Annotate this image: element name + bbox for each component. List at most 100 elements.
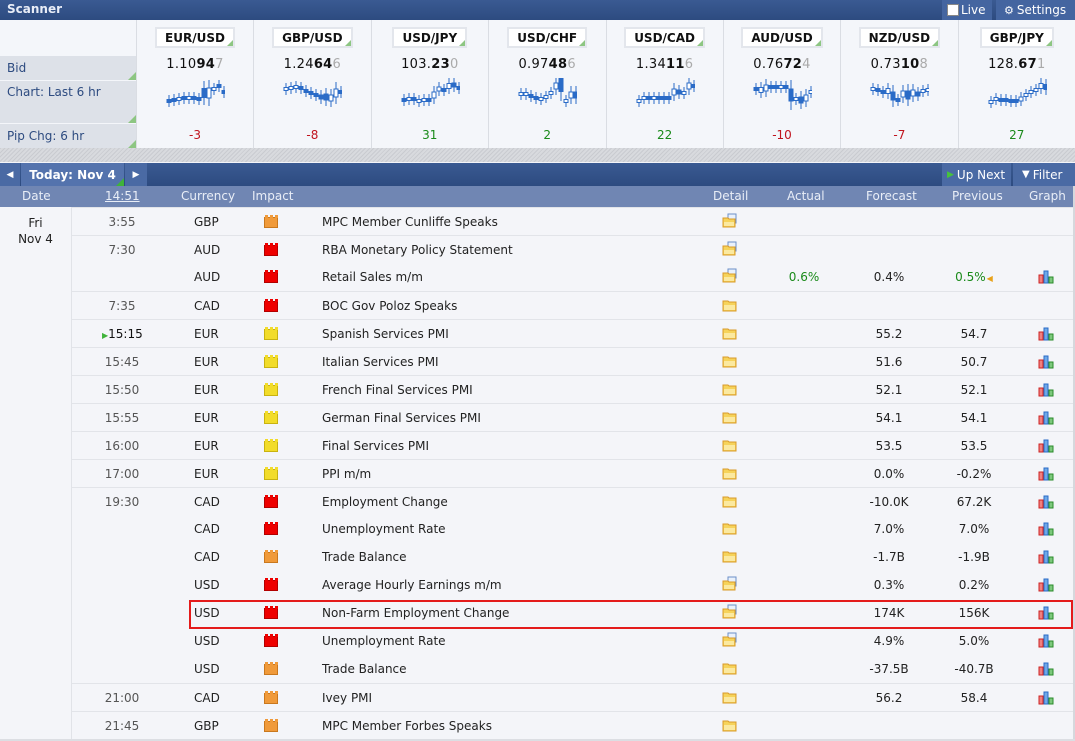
pair-name-button[interactable]: GBP/JPY <box>979 27 1054 48</box>
candle-body <box>1013 99 1019 103</box>
event-row[interactable]: 7:30 AUD RBA Monetary Policy Statement <box>72 235 1075 263</box>
event-title[interactable]: Retail Sales m/m <box>322 270 423 284</box>
event-title[interactable]: Italian Services PMI <box>322 355 439 369</box>
detail-document-icon[interactable] <box>722 632 738 647</box>
event-title[interactable]: Trade Balance <box>322 550 407 564</box>
event-title[interactable]: Average Hourly Earnings m/m <box>322 578 502 592</box>
detail-document-icon[interactable] <box>722 213 738 228</box>
prev-day-button[interactable]: ◀ <box>0 163 20 186</box>
event-row[interactable]: AUD Retail Sales m/m 0.6% 0.4% 0.5%◀ <box>72 263 1075 291</box>
pip-row-label[interactable]: Pip Chg: 6 hr <box>0 124 136 148</box>
graph-icon[interactable] <box>1038 355 1054 369</box>
detail-folder-icon[interactable] <box>722 689 738 704</box>
filter-label: Filter <box>1032 167 1063 182</box>
graph-icon[interactable] <box>1038 550 1054 564</box>
event-row[interactable]: 7:35 CAD BOC Gov Poloz Speaks <box>72 291 1075 319</box>
event-title[interactable]: Ivey PMI <box>322 691 372 705</box>
candlestick-chart <box>636 78 695 107</box>
chart-row-label[interactable]: Chart: Last 6 hr <box>0 81 136 123</box>
event-row[interactable]: USD Average Hourly Earnings m/m 0.3% 0.2… <box>72 571 1075 599</box>
event-row[interactable]: 16:00 EUR Final Services PMI 53.5 53.5 <box>72 431 1075 459</box>
graph-icon[interactable] <box>1038 691 1054 705</box>
event-title[interactable]: Unemployment Rate <box>322 634 446 648</box>
event-title[interactable]: Spanish Services PMI <box>322 327 449 341</box>
graph-icon[interactable] <box>1038 327 1054 341</box>
current-time-link[interactable]: 14:51 <box>105 189 140 203</box>
table-header: Date 14:51 Currency Impact Detail Actual… <box>0 186 1075 207</box>
event-row[interactable]: CAD Trade Balance -1.7B -1.9B <box>72 543 1075 571</box>
detail-folder-icon[interactable] <box>722 353 738 368</box>
event-row[interactable]: 21:00 CAD Ivey PMI 56.2 58.4 <box>72 683 1075 711</box>
settings-button[interactable]: ⚙ Settings <box>996 0 1075 20</box>
detail-document-icon[interactable] <box>722 241 738 256</box>
up-next-button[interactable]: ▶ Up Next <box>942 163 1011 186</box>
graph-icon[interactable] <box>1038 662 1054 676</box>
detail-folder-icon[interactable] <box>722 381 738 396</box>
bid-main: 128. <box>988 57 1019 72</box>
event-row[interactable]: 19:30 CAD Employment Change -10.0K 67.2K <box>72 487 1075 515</box>
pair-name-button[interactable]: EUR/USD <box>155 27 235 48</box>
detail-folder-icon[interactable] <box>722 493 738 508</box>
live-toggle[interactable]: Live <box>942 0 992 20</box>
event-row[interactable]: 21:45 GBP MPC Member Forbes Speaks <box>72 711 1075 739</box>
pair-name-button[interactable]: USD/CAD <box>624 27 705 48</box>
live-checkbox[interactable] <box>947 4 959 16</box>
detail-folder-icon[interactable] <box>722 437 738 452</box>
pair-name-button[interactable]: USD/JPY <box>392 27 468 48</box>
event-row[interactable]: 17:00 EUR PPI m/m 0.0% -0.2% <box>72 459 1075 487</box>
event-row[interactable]: 15:55 EUR German Final Services PMI 54.1… <box>72 403 1075 431</box>
event-row[interactable]: 15:50 EUR French Final Services PMI 52.1… <box>72 375 1075 403</box>
event-title[interactable]: MPC Member Cunliffe Speaks <box>322 215 498 229</box>
event-title[interactable]: Unemployment Rate <box>322 522 446 536</box>
next-day-button[interactable]: ▶ <box>125 163 147 186</box>
event-currency: GBP <box>194 719 219 733</box>
event-title[interactable]: PPI m/m <box>322 467 371 481</box>
event-title[interactable]: RBA Monetary Policy Statement <box>322 243 513 257</box>
event-row[interactable]: ▶15:15 EUR Spanish Services PMI 55.2 54.… <box>72 319 1075 347</box>
bid-main: 0.73 <box>870 57 901 72</box>
candle-body <box>686 82 692 90</box>
graph-icon[interactable] <box>1038 578 1054 592</box>
event-title[interactable]: French Final Services PMI <box>322 383 473 397</box>
event-row[interactable]: 15:45 EUR Italian Services PMI 51.6 50.7 <box>72 347 1075 375</box>
event-title[interactable]: BOC Gov Poloz Speaks <box>322 299 457 313</box>
detail-folder-icon[interactable] <box>722 325 738 340</box>
event-title[interactable]: German Final Services PMI <box>322 411 481 425</box>
pair-name-button[interactable]: GBP/USD <box>272 27 353 48</box>
bid-row-label[interactable]: Bid <box>0 56 136 80</box>
candle-body <box>646 96 652 100</box>
detail-folder-icon[interactable] <box>722 520 738 535</box>
today-button[interactable]: Today: Nov 4 <box>21 163 124 186</box>
detail-folder-icon[interactable] <box>722 297 738 312</box>
event-title[interactable]: Trade Balance <box>322 662 407 676</box>
event-row[interactable]: USD Unemployment Rate 4.9% 5.0% <box>72 627 1075 655</box>
graph-icon[interactable] <box>1038 495 1054 509</box>
detail-folder-icon[interactable] <box>722 660 738 675</box>
event-title[interactable]: Final Services PMI <box>322 439 429 453</box>
graph-icon[interactable] <box>1038 522 1054 536</box>
revised-icon[interactable]: ◀ <box>987 274 993 283</box>
detail-folder-icon[interactable] <box>722 548 738 563</box>
graph-icon[interactable] <box>1038 383 1054 397</box>
detail-document-icon[interactable] <box>722 576 738 591</box>
graph-icon[interactable] <box>1038 270 1054 284</box>
detail-folder-icon[interactable] <box>722 409 738 424</box>
detail-folder-icon[interactable] <box>722 465 738 480</box>
pair-name-button[interactable]: USD/CHF <box>507 27 588 48</box>
graph-icon[interactable] <box>1038 411 1054 425</box>
filter-button[interactable]: ▼ Filter <box>1013 163 1075 186</box>
graph-icon[interactable] <box>1038 439 1054 453</box>
event-time: 15:55 <box>102 411 142 425</box>
event-title[interactable]: Employment Change <box>322 495 448 509</box>
event-row[interactable]: 3:55 GBP MPC Member Cunliffe Speaks <box>72 207 1075 235</box>
event-row[interactable]: USD Trade Balance -37.5B -40.7B <box>72 655 1075 683</box>
pair-name-button[interactable]: NZD/USD <box>858 27 941 48</box>
graph-icon[interactable] <box>1038 634 1054 648</box>
bid-pipette: 8 <box>919 57 929 72</box>
detail-folder-icon[interactable] <box>722 717 738 732</box>
event-row[interactable]: CAD Unemployment Rate 7.0% 7.0% <box>72 515 1075 543</box>
graph-icon[interactable] <box>1038 467 1054 481</box>
pair-name-button[interactable]: AUD/USD <box>741 27 823 48</box>
detail-document-icon[interactable] <box>722 268 738 283</box>
event-title[interactable]: MPC Member Forbes Speaks <box>322 719 492 733</box>
